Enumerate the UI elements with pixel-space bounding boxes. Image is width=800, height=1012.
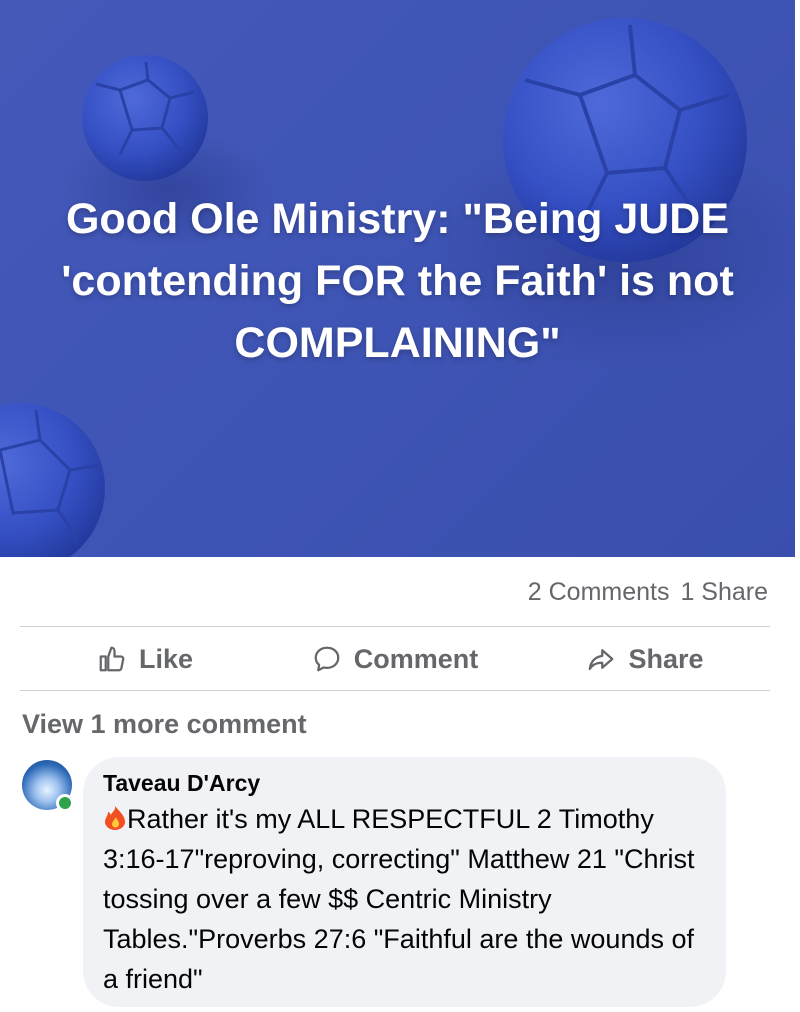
- share-arrow-icon: [589, 649, 614, 671]
- fire-emoji-icon: [105, 806, 125, 830]
- speech-bubble-icon: [314, 646, 340, 672]
- post-actions-bar: Like Comment Share: [20, 628, 770, 690]
- comment-body: Rather it's my ALL RESPECTFUL 2 Timothy …: [103, 799, 706, 999]
- soccer-ball-small: [82, 55, 208, 181]
- view-more-comments-link[interactable]: View 1 more comment: [22, 709, 307, 740]
- actions-bottom-divider: [20, 690, 770, 691]
- comments-count-link[interactable]: 2 Comments: [528, 578, 670, 606]
- actions-top-divider: [20, 626, 770, 627]
- page-edge: [795, 0, 800, 1012]
- share-button[interactable]: Share: [520, 628, 770, 690]
- like-label: Like: [138, 643, 194, 674]
- shares-count-link[interactable]: 1 Share: [680, 578, 768, 606]
- thumbs-up-icon: [99, 646, 125, 672]
- comment-bubble: Taveau D'Arcy Rather it's my ALL RESPECT…: [83, 757, 726, 1007]
- commenter-avatar[interactable]: [22, 760, 74, 812]
- post-stats: 2 Comments 1 Share: [524, 578, 768, 607]
- comment-button[interactable]: Comment: [270, 628, 520, 690]
- comment-text: Rather it's my ALL RESPECTFUL 2 Timothy …: [103, 804, 695, 994]
- comment-author[interactable]: Taveau D'Arcy: [103, 767, 706, 799]
- share-label: Share: [628, 643, 704, 674]
- like-button[interactable]: Like: [20, 628, 270, 690]
- online-status-dot: [56, 794, 74, 812]
- comment-label: Comment: [353, 643, 479, 674]
- banner-title: Good Ole Ministry: "Being JUDE 'contendi…: [61, 195, 734, 367]
- post-banner[interactable]: Good Ole Ministry: "Being JUDE 'contendi…: [0, 0, 795, 557]
- soccer-ball-partial: [0, 403, 105, 557]
